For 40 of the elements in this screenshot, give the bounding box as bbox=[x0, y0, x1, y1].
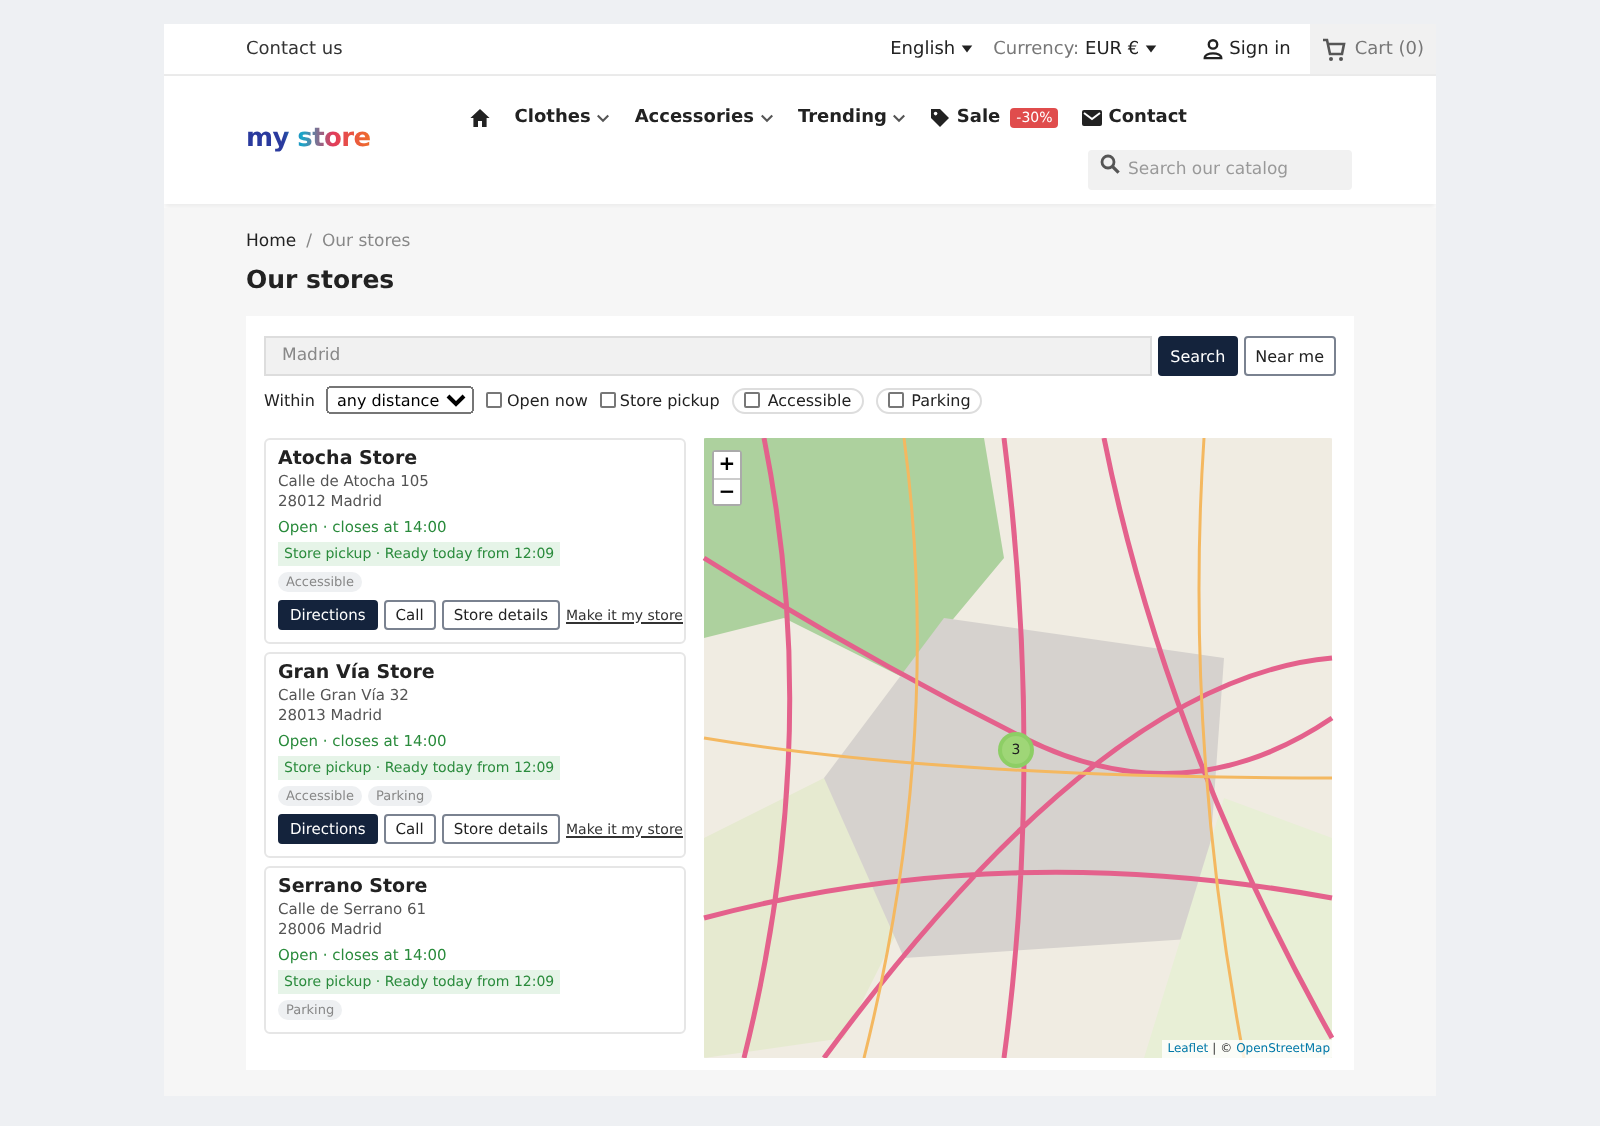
store-logo[interactable]: my store bbox=[246, 126, 371, 154]
near-me-button[interactable]: Near me bbox=[1243, 336, 1336, 376]
chevron-down-icon bbox=[759, 111, 774, 125]
contact-nav-link[interactable]: Contact bbox=[1082, 108, 1187, 128]
user-icon bbox=[1201, 38, 1224, 60]
filter-chip[interactable]: Parking bbox=[875, 387, 983, 413]
store-name: Atocha Store bbox=[278, 448, 420, 470]
nav-menu-item[interactable]: Accessories bbox=[634, 108, 774, 128]
store-name: Gran Vía Store bbox=[278, 662, 437, 684]
cart-button[interactable]: Cart (0) bbox=[1310, 24, 1436, 74]
breadcrumb-link[interactable]: Home bbox=[246, 232, 297, 252]
caret-icon bbox=[1143, 42, 1158, 56]
page-title: Our stores bbox=[246, 264, 397, 294]
currency-dropdown[interactable]: EUR € bbox=[1085, 39, 1158, 59]
home-icon bbox=[470, 108, 491, 128]
distance-select[interactable]: any distance bbox=[326, 386, 475, 414]
chevron-down-icon bbox=[892, 111, 907, 125]
currency-label: Currency: bbox=[993, 39, 1080, 59]
search-field[interactable]: Search our catalog bbox=[1088, 150, 1352, 190]
within-label: Within bbox=[264, 391, 315, 409]
filter-checkbox[interactable]: Open now bbox=[486, 391, 588, 409]
nav-menu-item[interactable]: Trending bbox=[797, 108, 907, 128]
filter-chip[interactable]: Accessible bbox=[731, 387, 864, 413]
caret-icon bbox=[959, 42, 974, 56]
nav-menu-item[interactable]: Clothes bbox=[514, 108, 611, 128]
cart-icon bbox=[1322, 37, 1347, 61]
home-link[interactable] bbox=[470, 108, 491, 128]
search-icon bbox=[1100, 154, 1120, 174]
location-input[interactable]: Madrid bbox=[264, 336, 1153, 376]
breadcrumb-separator: / bbox=[306, 232, 312, 252]
filter-checkbox[interactable]: Store pickup bbox=[599, 391, 720, 409]
search-button[interactable]: Search bbox=[1158, 336, 1238, 376]
zoom-out-button[interactable]: − bbox=[714, 478, 740, 504]
sign-in-link[interactable]: Sign in bbox=[1201, 38, 1291, 60]
store-name: Serrano Store bbox=[278, 876, 430, 898]
envelope-icon bbox=[1082, 110, 1103, 126]
contact-link[interactable]: Contact us bbox=[246, 39, 343, 59]
tag-icon bbox=[930, 108, 951, 128]
chevron-down-icon bbox=[596, 111, 611, 125]
language-dropdown[interactable]: English bbox=[890, 39, 974, 59]
